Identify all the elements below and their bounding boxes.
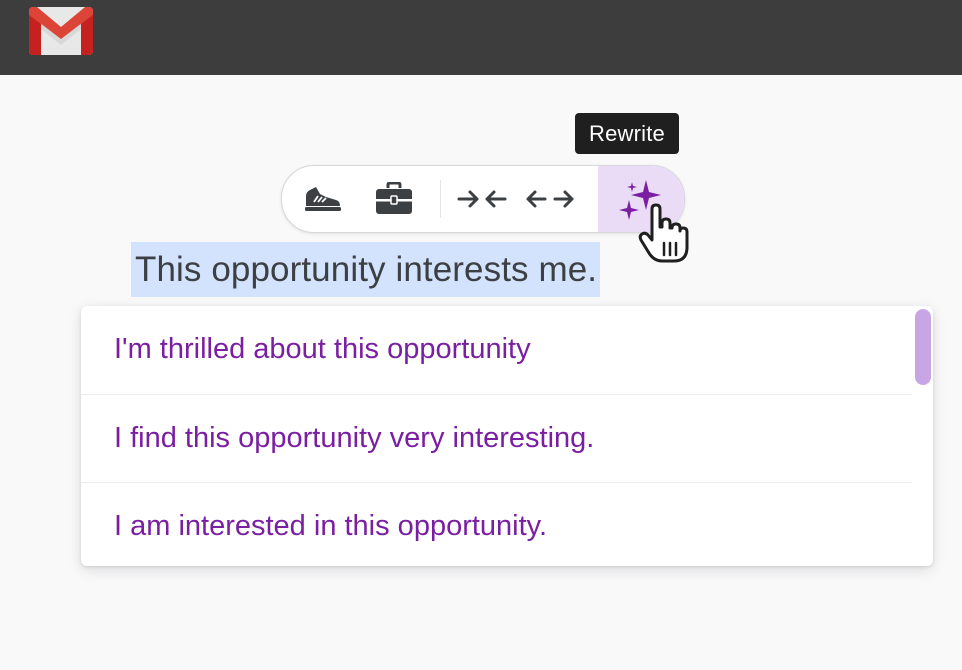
rewrite-button[interactable] bbox=[598, 166, 684, 232]
sneaker-icon bbox=[305, 187, 341, 211]
formalize-button[interactable] bbox=[296, 166, 348, 232]
suggestion-item[interactable]: I am interested in this opportunity. bbox=[81, 483, 912, 566]
suggestion-item[interactable]: I'm thrilled about this opportunity bbox=[81, 306, 912, 393]
scrollbar-thumb[interactable] bbox=[915, 309, 931, 385]
business-button[interactable] bbox=[368, 166, 420, 232]
gmail-logo-icon[interactable] bbox=[29, 7, 93, 55]
shorten-button[interactable] bbox=[454, 166, 510, 232]
arrows-outward-icon bbox=[526, 190, 574, 208]
elaborate-button[interactable] bbox=[522, 166, 578, 232]
refine-toolbar bbox=[281, 165, 685, 233]
arrows-inward-icon bbox=[457, 190, 507, 208]
selected-text[interactable]: This opportunity interests me. bbox=[131, 242, 601, 297]
rewrite-suggestions-menu: I'm thrilled about this opportunity I fi… bbox=[81, 306, 933, 566]
toolbar-divider bbox=[440, 180, 441, 218]
rewrite-tooltip: Rewrite bbox=[575, 113, 679, 154]
suggestion-item[interactable]: I find this opportunity very interesting… bbox=[81, 395, 912, 482]
briefcase-icon bbox=[376, 182, 412, 214]
top-bar bbox=[0, 0, 962, 75]
sparkle-icon bbox=[619, 180, 661, 220]
